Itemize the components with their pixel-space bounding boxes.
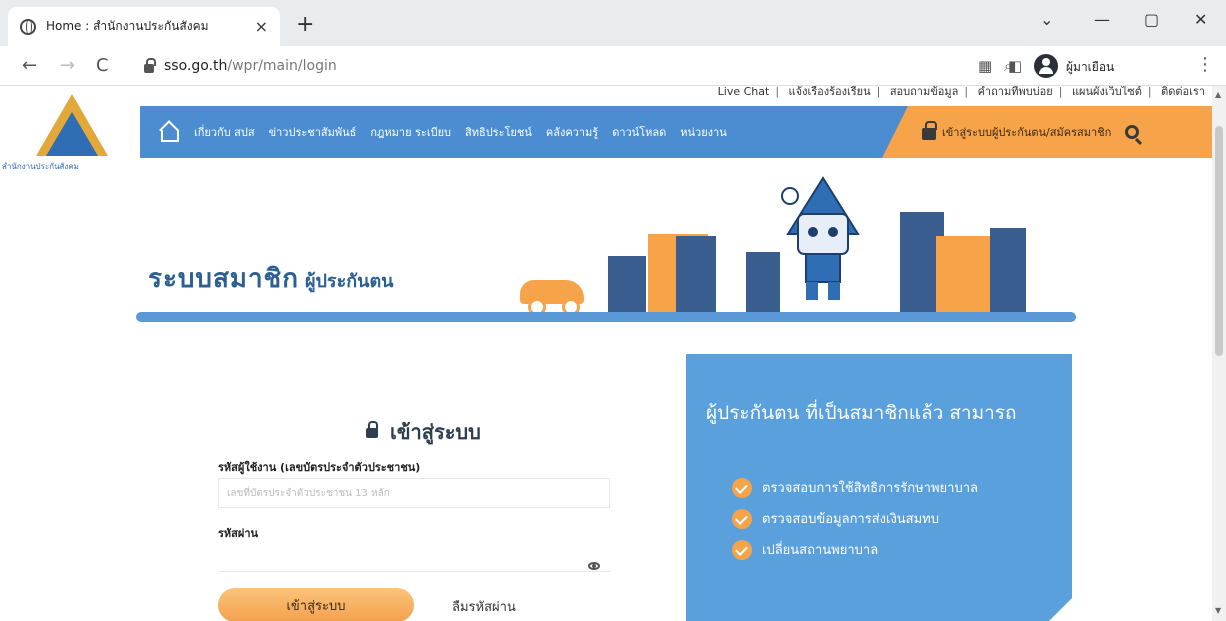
sso-logo[interactable]: สำนักงานประกันสังคม	[0, 86, 140, 176]
page-content: Live Chat | แจ้งเรื่องร้องเรียน | สอบถามข้…	[0, 86, 1212, 621]
password-label: รหัสผ่าน	[218, 527, 259, 540]
home-icon[interactable]	[160, 124, 179, 142]
benefit-text: ตรวจสอบข้อมูลการส่งเงินสมทบ	[762, 512, 940, 527]
reload-icon[interactable]: C	[96, 55, 109, 76]
forward-arrow-icon[interactable]: →	[60, 55, 75, 76]
check-icon	[732, 508, 752, 529]
top-link-inquiry[interactable]: สอบถามข้อมูล	[890, 86, 959, 98]
hero-title-sub: ผู้ประกันตน	[304, 271, 394, 292]
window-close-button[interactable]: ✕	[1194, 10, 1207, 29]
scroll-down-arrow-icon[interactable]: ▼	[1215, 606, 1221, 615]
house-illustration	[936, 236, 998, 314]
browser-tabbar: Home : สำนักงานประกันสังคม × + ⌄ — ▢ ✕	[0, 0, 1226, 46]
house-illustration	[676, 236, 716, 314]
browser-tab[interactable]: Home : สำนักงานประกันสังคม ×	[8, 7, 280, 46]
address-bar[interactable]: sso.go.th/wpr/main/login	[130, 52, 970, 80]
nav-item-knowledge[interactable]: คลังความรู้	[546, 123, 598, 141]
nav-item-law[interactable]: กฎหมาย ระเบียบ	[370, 123, 451, 141]
globe-icon	[20, 18, 36, 35]
hero-underline	[136, 312, 1076, 322]
tab-close-icon[interactable]: ×	[255, 17, 268, 36]
top-link-sitemap[interactable]: แผนผังเว็บไซต์	[1072, 86, 1142, 98]
logo-text: สำนักงานประกันสังคม	[2, 162, 79, 171]
mascot-illustration	[781, 176, 860, 300]
benefit-text: เปลี่ยนสถานพยาบาล	[762, 543, 879, 558]
nav-item-download[interactable]: ดาวน์โหลด	[612, 123, 666, 141]
list-item: ตรวจสอบการใช้สิทธิการรักษาพยาบาล	[732, 472, 978, 503]
panel-corner	[1034, 596, 1074, 621]
list-item: ตรวจสอบข้อมูลการส่งเงินสมทบ	[732, 503, 978, 534]
browser-toolbar: ← → C sso.go.th/wpr/main/login ▦ ⌕ ผู้มา…	[0, 46, 1226, 86]
house-illustration	[746, 252, 780, 314]
scroll-up-arrow-icon[interactable]: ▲	[1215, 90, 1221, 99]
top-link-complaint[interactable]: แจ้งเรื่องร้องเรียน	[789, 86, 871, 98]
back-arrow-icon[interactable]: ←	[22, 55, 37, 76]
list-item: เปลี่ยนสถานพยาบาล	[732, 534, 978, 565]
profile-name[interactable]: ผู้มาเยือน	[1066, 58, 1114, 77]
hero-title: ระบบสมาชิก ผู้ประกันตน	[148, 258, 393, 299]
qr-icon[interactable]: ▦	[978, 57, 992, 75]
unlock-icon	[366, 421, 378, 438]
benefit-text: ตรวจสอบการใช้สิทธิการรักษาพยาบาล	[762, 481, 978, 496]
car-illustration	[520, 280, 584, 316]
new-tab-button[interactable]: +	[296, 12, 314, 37]
page-scrollbar[interactable]: ▲ ▼	[1212, 86, 1226, 621]
nav-item-agency[interactable]: หน่วยงาน	[680, 123, 726, 141]
hero-title-main: ระบบสมาชิก	[148, 264, 299, 294]
member-benefits-panel: ผู้ประกันตน ที่เป็นสมาชิกแล้ว สามารถ ตรว…	[686, 354, 1074, 621]
username-label: รหัสผู้ใช้งาน (เลขบัตรประจำตัวประชาชน)	[218, 461, 421, 474]
top-link-live-chat[interactable]: Live Chat	[718, 86, 770, 98]
top-link-faq[interactable]: คำถามที่พบบ่อย	[978, 86, 1053, 98]
side-panel-icon[interactable]: ◧	[1008, 57, 1022, 75]
nav-item-benefits[interactable]: สิทธิประโยชน์	[465, 123, 532, 141]
top-link-contact[interactable]: ติดต่อเรา	[1161, 86, 1205, 98]
login-title-text: เข้าสู่ระบบ	[390, 420, 481, 444]
main-navigation: เกี่ยวกับ สปส ข่าวประชาสัมพันธ์ กฎหมาย ร…	[140, 106, 1212, 158]
search-icon[interactable]	[1125, 125, 1140, 139]
username-input[interactable]	[218, 478, 610, 508]
tab-search-icon[interactable]: ⌄	[1040, 10, 1053, 29]
tab-title: Home : สำนักงานประกันสังคม	[46, 19, 209, 33]
url-text: sso.go.th/wpr/main/login	[164, 58, 337, 74]
benefits-heading: ผู้ประกันตน ที่เป็นสมาชิกแล้ว สามารถ	[706, 402, 1017, 424]
house-illustration	[990, 228, 1026, 314]
lock-icon[interactable]	[144, 57, 156, 73]
scroll-thumb[interactable]	[1215, 126, 1223, 356]
maximize-button[interactable]: ▢	[1144, 10, 1159, 29]
password-input[interactable]	[218, 542, 610, 572]
nav-login-register[interactable]: เข้าสู่ระบบผู้ประกันตน/สมัครสมาชิก	[882, 106, 1212, 158]
profile-avatar-icon[interactable]	[1034, 54, 1058, 78]
minimize-button[interactable]: —	[1094, 10, 1110, 29]
benefits-list: ตรวจสอบการใช้สิทธิการรักษาพยาบาล ตรวจสอบ…	[732, 472, 978, 565]
nav-item-about[interactable]: เกี่ยวกับ สปส	[194, 123, 255, 141]
padlock-icon	[922, 121, 937, 140]
login-button[interactable]: เข้าสู่ระบบ	[218, 588, 414, 621]
menu-kebab-icon[interactable]: ⋮	[1196, 54, 1214, 75]
top-links: Live Chat | แจ้งเรื่องร้องเรียน | สอบถามข้…	[717, 86, 1205, 98]
check-icon	[732, 539, 752, 560]
nav-item-news[interactable]: ข่าวประชาสัมพันธ์	[269, 123, 357, 141]
check-icon	[732, 477, 752, 498]
show-password-eye-icon[interactable]	[588, 562, 600, 570]
forgot-password-link[interactable]: ลืมรหัสผ่าน	[452, 596, 516, 617]
nav-login-label[interactable]: เข้าสู่ระบบผู้ประกันตน/สมัครสมาชิก	[942, 123, 1111, 141]
login-title: เข้าสู่ระบบ	[366, 416, 481, 448]
house-illustration	[608, 256, 646, 314]
